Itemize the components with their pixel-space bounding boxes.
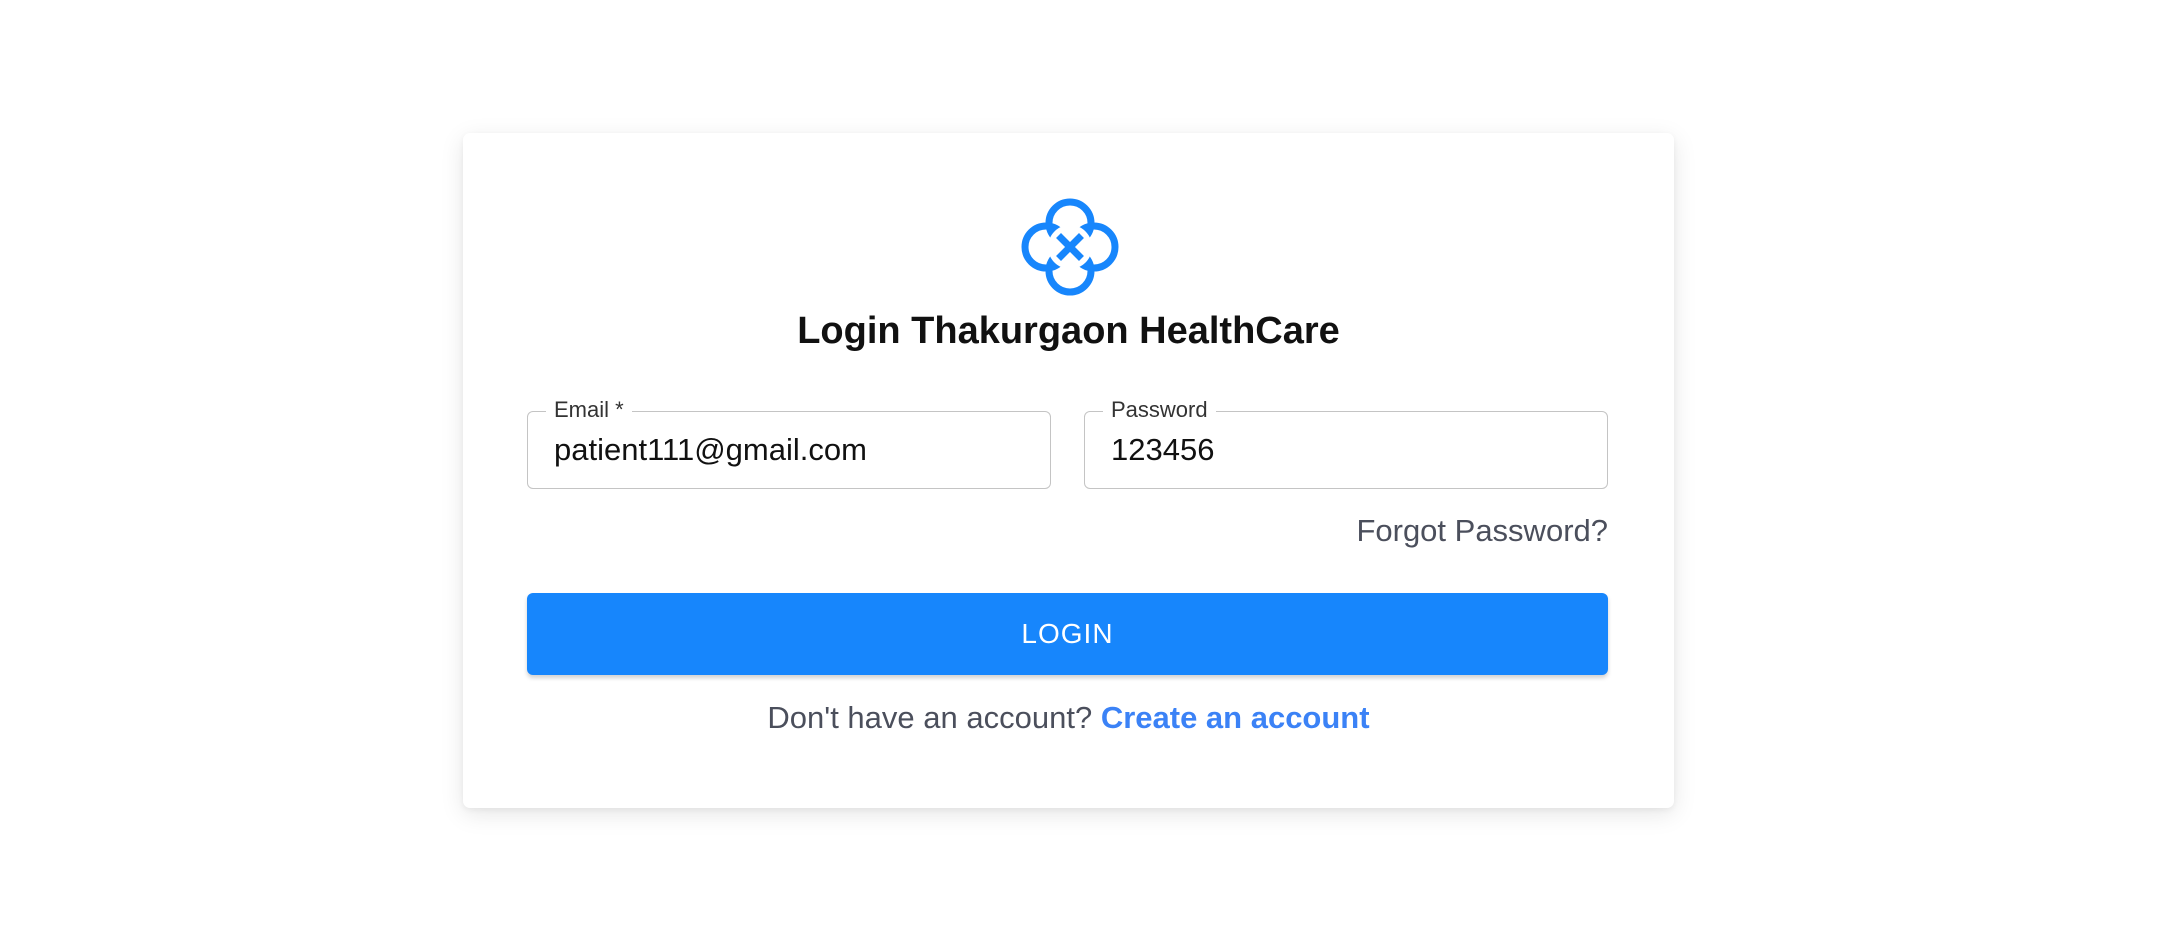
login-button[interactable]: LOGIN	[527, 593, 1608, 675]
forgot-password-link[interactable]: Forgot Password?	[1356, 512, 1608, 550]
page-title: Login Thakurgaon HealthCare	[797, 310, 1340, 352]
signup-prompt: Don't have an account? Create an account	[463, 698, 1674, 738]
password-field-label: Password	[1103, 397, 1216, 423]
login-card: Login Thakurgaon HealthCare Email * Pass…	[463, 133, 1674, 808]
email-field[interactable]: Email *	[527, 397, 1051, 489]
email-label-text: Email	[554, 397, 610, 422]
email-input[interactable]	[554, 430, 1024, 470]
required-marker: *	[609, 397, 624, 422]
create-account-link[interactable]: Create an account	[1101, 700, 1370, 735]
signup-prompt-text: Don't have an account?	[767, 700, 1093, 735]
clover-cross-icon	[1021, 198, 1119, 296]
email-field-label: Email *	[546, 397, 632, 423]
password-field[interactable]: Password	[1084, 397, 1608, 489]
password-input[interactable]	[1111, 430, 1581, 470]
